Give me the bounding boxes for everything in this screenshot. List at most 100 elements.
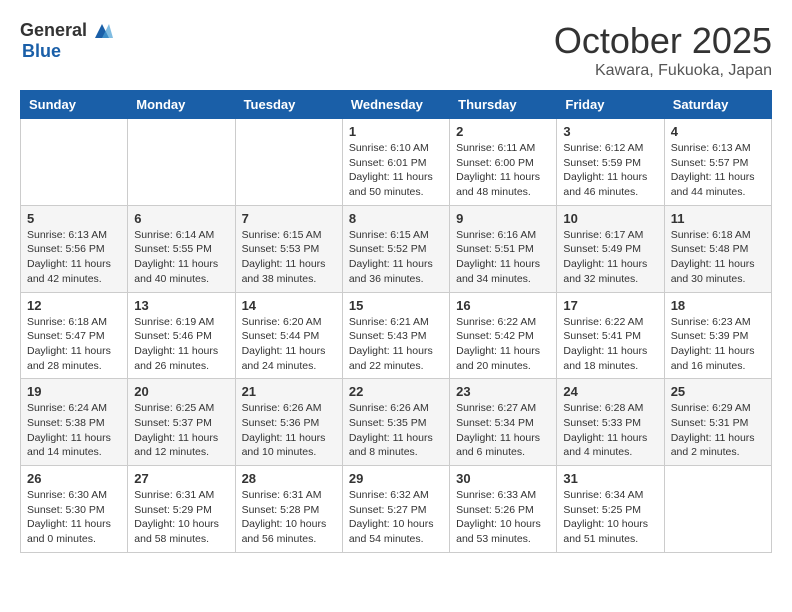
calendar-cell: 16Sunrise: 6:22 AM Sunset: 5:42 PM Dayli…: [450, 292, 557, 379]
day-number: 22: [349, 384, 443, 399]
weekday-header-saturday: Saturday: [664, 91, 771, 119]
day-number: 3: [563, 124, 657, 139]
calendar-cell: 2 Sunrise: 6:11 AM Sunset: 6:00 PM Daylig…: [450, 119, 557, 206]
location-title: Kawara, Fukuoka, Japan: [554, 62, 772, 80]
day-number: 19: [27, 384, 121, 399]
cell-text: Sunrise: 6:10 AM Sunset: 6:01 PM Dayligh…: [349, 141, 443, 200]
calendar-cell: 26 Sunrise: 6:30 AM Sunset: 5:30 PM Dayli…: [21, 466, 128, 553]
calendar-cell: 13 Sunrise: 6:19 AM Sunset: 5:46 PM Dayli…: [128, 292, 235, 379]
cell-text: Sunrise: 6:16 AM Sunset: 5:51 PM Dayligh…: [456, 228, 550, 287]
calendar-cell: 27 Sunrise: 6:31 AM Sunset: 5:29 PM Dayli…: [128, 466, 235, 553]
cell-text: Sunrise: 6:13 AM Sunset: 5:56 PM Dayligh…: [27, 228, 121, 287]
calendar-cell: 30 Sunrise: 6:33 AM Sunset: 5:26 PM Dayli…: [450, 466, 557, 553]
day-number: 21: [242, 384, 336, 399]
cell-text: Sunrise: 6:14 AM Sunset: 5:55 PM Dayligh…: [134, 228, 228, 287]
logo: General Blue: [20, 20, 113, 62]
day-number: 29: [349, 471, 443, 486]
cell-text: Sunrise: 6:33 AM Sunset: 5:26 PM Dayligh…: [456, 488, 550, 547]
calendar-cell: [21, 119, 128, 206]
cell-text: Sunrise: 6:17 AM Sunset: 5:49 PM Dayligh…: [563, 228, 657, 287]
calendar-cell: 11 Sunrise: 6:18 AM Sunset: 5:48 PM Dayli…: [664, 205, 771, 292]
cell-text: Sunrise: 6:19 AM Sunset: 5:46 PM Dayligh…: [134, 315, 228, 374]
cell-text: Sunrise: 6:27 AM Sunset: 5:34 PM Dayligh…: [456, 401, 550, 460]
calendar-cell: 4 Sunrise: 6:13 AM Sunset: 5:57 PM Daylig…: [664, 119, 771, 206]
calendar-cell: 7Sunrise: 6:15 AM Sunset: 5:53 PM Daylig…: [235, 205, 342, 292]
cell-text: Sunrise: 6:20 AM Sunset: 5:44 PM Dayligh…: [242, 315, 336, 374]
day-number: 26: [27, 471, 121, 486]
cell-text: Sunrise: 6:25 AM Sunset: 5:37 PM Dayligh…: [134, 401, 228, 460]
cell-text: Sunrise: 6:30 AM Sunset: 5:30 PM Dayligh…: [27, 488, 121, 547]
calendar-cell: [128, 119, 235, 206]
cell-text: Sunrise: 6:18 AM Sunset: 5:48 PM Dayligh…: [671, 228, 765, 287]
logo-icon: [91, 20, 113, 42]
cell-text: Sunrise: 6:26 AM Sunset: 5:36 PM Dayligh…: [242, 401, 336, 460]
day-number: 6: [134, 211, 228, 226]
calendar-cell: 3 Sunrise: 6:12 AM Sunset: 5:59 PM Daylig…: [557, 119, 664, 206]
calendar-cell: 6 Sunrise: 6:14 AM Sunset: 5:55 PM Daylig…: [128, 205, 235, 292]
weekday-header-wednesday: Wednesday: [342, 91, 449, 119]
day-number: 27: [134, 471, 228, 486]
day-number: 5: [27, 211, 121, 226]
calendar: SundayMondayTuesdayWednesdayThursdayFrid…: [20, 90, 772, 553]
calendar-cell: 19Sunrise: 6:24 AM Sunset: 5:38 PM Dayli…: [21, 379, 128, 466]
calendar-cell: 31 Sunrise: 6:34 AM Sunset: 5:25 PM Dayli…: [557, 466, 664, 553]
calendar-cell: 24Sunrise: 6:28 AM Sunset: 5:33 PM Dayli…: [557, 379, 664, 466]
cell-text: Sunrise: 6:12 AM Sunset: 5:59 PM Dayligh…: [563, 141, 657, 200]
calendar-cell: 9 Sunrise: 6:16 AM Sunset: 5:51 PM Daylig…: [450, 205, 557, 292]
cell-text: Sunrise: 6:21 AM Sunset: 5:43 PM Dayligh…: [349, 315, 443, 374]
cell-text: Sunrise: 6:32 AM Sunset: 5:27 PM Dayligh…: [349, 488, 443, 547]
cell-text: Sunrise: 6:29 AM Sunset: 5:31 PM Dayligh…: [671, 401, 765, 460]
calendar-cell: 18 Sunrise: 6:23 AM Sunset: 5:39 PM Dayli…: [664, 292, 771, 379]
calendar-cell: 8 Sunrise: 6:15 AM Sunset: 5:52 PM Daylig…: [342, 205, 449, 292]
cell-text: Sunrise: 6:23 AM Sunset: 5:39 PM Dayligh…: [671, 315, 765, 374]
day-number: 15: [349, 298, 443, 313]
month-title: October 2025: [554, 20, 772, 62]
cell-text: Sunrise: 6:15 AM Sunset: 5:52 PM Dayligh…: [349, 228, 443, 287]
day-number: 12: [27, 298, 121, 313]
calendar-cell: 17Sunrise: 6:22 AM Sunset: 5:41 PM Dayli…: [557, 292, 664, 379]
calendar-cell: 25Sunrise: 6:29 AM Sunset: 5:31 PM Dayli…: [664, 379, 771, 466]
weekday-header-tuesday: Tuesday: [235, 91, 342, 119]
calendar-cell: 1 Sunrise: 6:10 AM Sunset: 6:01 PM Daylig…: [342, 119, 449, 206]
day-number: 30: [456, 471, 550, 486]
cell-text: Sunrise: 6:13 AM Sunset: 5:57 PM Dayligh…: [671, 141, 765, 200]
cell-text: Sunrise: 6:34 AM Sunset: 5:25 PM Dayligh…: [563, 488, 657, 547]
weekday-header-sunday: Sunday: [21, 91, 128, 119]
title-area: October 2025 Kawara, Fukuoka, Japan: [554, 20, 772, 80]
day-number: 9: [456, 211, 550, 226]
calendar-cell: 28Sunrise: 6:31 AM Sunset: 5:28 PM Dayli…: [235, 466, 342, 553]
calendar-cell: 21 Sunrise: 6:26 AM Sunset: 5:36 PM Dayli…: [235, 379, 342, 466]
day-number: 8: [349, 211, 443, 226]
day-number: 1: [349, 124, 443, 139]
day-number: 14: [242, 298, 336, 313]
cell-text: Sunrise: 6:31 AM Sunset: 5:28 PM Dayligh…: [242, 488, 336, 547]
day-number: 23: [456, 384, 550, 399]
day-number: 18: [671, 298, 765, 313]
weekday-header-monday: Monday: [128, 91, 235, 119]
calendar-cell: [235, 119, 342, 206]
calendar-cell: 20 Sunrise: 6:25 AM Sunset: 5:37 PM Dayli…: [128, 379, 235, 466]
day-number: 2: [456, 124, 550, 139]
header: General Blue October 2025 Kawara, Fukuok…: [20, 20, 772, 80]
cell-text: Sunrise: 6:11 AM Sunset: 6:00 PM Dayligh…: [456, 141, 550, 200]
cell-text: Sunrise: 6:31 AM Sunset: 5:29 PM Dayligh…: [134, 488, 228, 547]
day-number: 31: [563, 471, 657, 486]
day-number: 20: [134, 384, 228, 399]
day-number: 11: [671, 211, 765, 226]
logo-general: General: [20, 21, 87, 41]
weekday-header-thursday: Thursday: [450, 91, 557, 119]
day-number: 10: [563, 211, 657, 226]
calendar-cell: 23 Sunrise: 6:27 AM Sunset: 5:34 PM Dayli…: [450, 379, 557, 466]
cell-text: Sunrise: 6:28 AM Sunset: 5:33 PM Dayligh…: [563, 401, 657, 460]
cell-text: Sunrise: 6:26 AM Sunset: 5:35 PM Dayligh…: [349, 401, 443, 460]
day-number: 13: [134, 298, 228, 313]
calendar-cell: 5 Sunrise: 6:13 AM Sunset: 5:56 PM Daylig…: [21, 205, 128, 292]
weekday-header-friday: Friday: [557, 91, 664, 119]
day-number: 4: [671, 124, 765, 139]
cell-text: Sunrise: 6:18 AM Sunset: 5:47 PM Dayligh…: [27, 315, 121, 374]
calendar-cell: 12 Sunrise: 6:18 AM Sunset: 5:47 PM Dayli…: [21, 292, 128, 379]
logo-blue: Blue: [22, 42, 113, 62]
day-number: 16: [456, 298, 550, 313]
calendar-cell: 14 Sunrise: 6:20 AM Sunset: 5:44 PM Dayli…: [235, 292, 342, 379]
cell-text: Sunrise: 6:15 AM Sunset: 5:53 PM Dayligh…: [242, 228, 336, 287]
